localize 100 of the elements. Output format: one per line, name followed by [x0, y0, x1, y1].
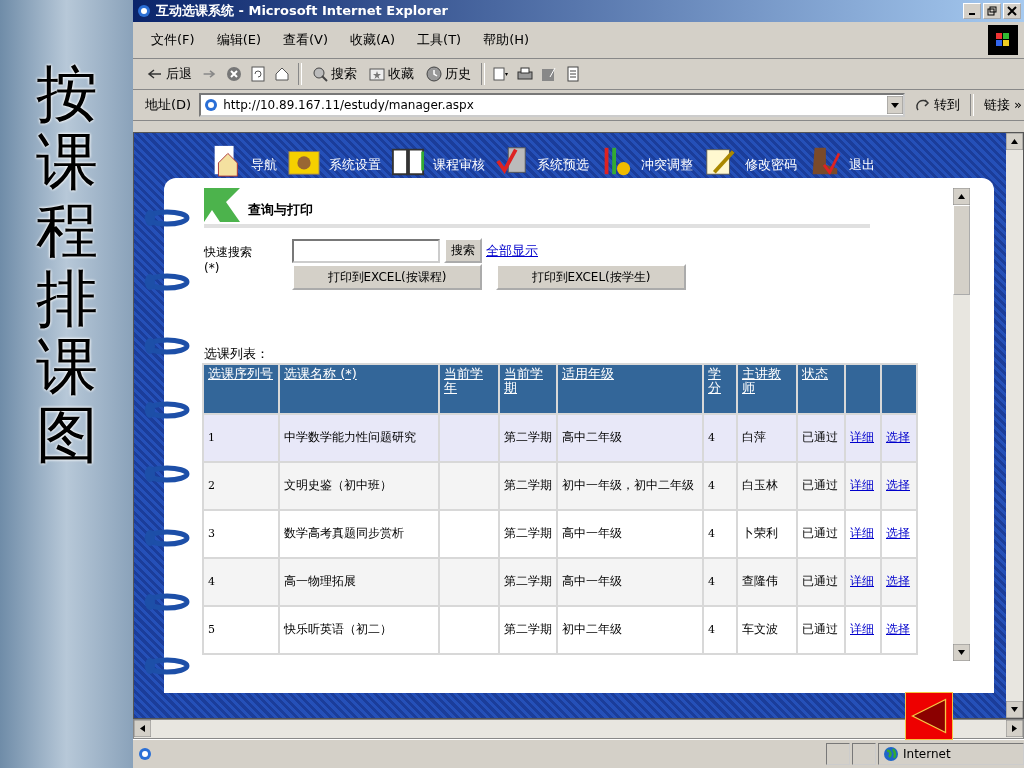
table-cell: 查隆伟 [738, 559, 796, 605]
detail-link[interactable]: 详细 [846, 463, 880, 509]
menu-item[interactable]: 编辑(E) [216, 31, 261, 49]
column-header[interactable]: 当前学年 [440, 365, 498, 413]
column-header[interactable]: 状态 [798, 365, 844, 413]
refresh-icon[interactable] [250, 66, 266, 82]
document-icon[interactable] [565, 66, 581, 82]
detail-link[interactable]: 详细 [846, 511, 880, 557]
go-arrow-icon [914, 97, 931, 113]
detail-link[interactable]: 详细 [846, 559, 880, 605]
table-row[interactable]: 3 数学高考真题同步赏析 第二学期 高中一年级 4 卜荣利 已通过 详细 选择 [204, 511, 916, 557]
table-cell: 高一物理拓展 [280, 559, 438, 605]
globe-icon [883, 746, 899, 762]
nav-link[interactable]: 课程审核 [433, 156, 485, 178]
print-button[interactable]: 打印到EXCEL(按学生) [496, 264, 686, 290]
table-cell: 已通过 [798, 463, 844, 509]
scrollbar[interactable] [1006, 133, 1023, 718]
detail-link[interactable]: 详细 [846, 415, 880, 461]
back-arrow-icon [147, 66, 163, 82]
table-cell: 高中一年级 [558, 559, 702, 605]
stop-icon[interactable] [226, 66, 242, 82]
search-label: 快速搜索 [204, 244, 253, 261]
choose-link[interactable]: 选择 [882, 607, 916, 653]
history-button[interactable]: 历史 [424, 65, 473, 83]
scroll-down-icon[interactable] [1006, 701, 1023, 718]
column-header[interactable]: 主讲教师 [738, 365, 796, 413]
table-cell: 第二学期 [500, 607, 556, 653]
section-title: 查询与打印 [248, 201, 313, 219]
table-row[interactable]: 5 快乐听英语（初二） 第二学期 初中二年级 4 车文波 已通过 详细 选择 [204, 607, 916, 653]
choose-link[interactable]: 选择 [882, 463, 916, 509]
table-cell: 4 [704, 559, 736, 605]
menu-item[interactable]: 工具(T) [417, 31, 462, 49]
menu-item[interactable]: 文件(F) [151, 31, 195, 49]
slide-title: 按课程排课图 [35, 60, 98, 473]
address-field[interactable]: http://10.89.167.11/estudy/manager.aspx [199, 93, 905, 117]
menu-item[interactable]: 收藏(A) [350, 31, 396, 49]
close-button[interactable] [1003, 3, 1021, 19]
browser-icon [136, 3, 152, 19]
print-icon[interactable] [517, 66, 533, 82]
table-cell: 车文波 [738, 607, 796, 653]
scroll-up-icon[interactable] [1006, 133, 1023, 150]
search-button[interactable]: 搜索 [444, 238, 482, 263]
table-cell: 2 [204, 463, 278, 509]
go-button[interactable]: 转到 [912, 96, 962, 114]
list-label: 选课列表： [204, 345, 270, 363]
table-cell: 高中二年级 [558, 415, 702, 461]
column-header[interactable]: 适用年级 [558, 365, 702, 413]
table-cell [440, 511, 498, 557]
show-all-link[interactable]: 全部显示 [486, 241, 538, 260]
back-button[interactable]: 后退 [145, 65, 194, 83]
dropdown-icon[interactable] [886, 96, 903, 114]
print-button[interactable]: 打印到EXCEL(按课程) [292, 264, 482, 290]
column-header[interactable]: 选课序列号 [204, 365, 278, 413]
table-row[interactable]: 2 文明史鉴（初中班） 第二学期 初中一年级，初中二年级 4 白玉林 已通过 详细 选择 [204, 463, 916, 509]
table-cell [440, 415, 498, 461]
links-label[interactable]: 链接 » [981, 96, 1024, 114]
restore-icon [987, 6, 997, 16]
table-cell: 已通过 [798, 415, 844, 461]
minimize-icon [969, 13, 975, 15]
menu-item[interactable]: 帮助(H) [483, 31, 530, 49]
restore-button[interactable] [983, 3, 1001, 19]
nav-link[interactable]: 修改密码 [745, 156, 797, 178]
search-note: (*) [204, 261, 221, 275]
scroll-right-icon[interactable] [1006, 720, 1023, 737]
detail-link[interactable]: 详细 [846, 607, 880, 653]
nav-link[interactable]: 系统设置 [329, 156, 381, 178]
scroll-left-icon[interactable] [134, 720, 151, 737]
choose-link[interactable]: 选择 [882, 511, 916, 557]
minimize-button[interactable] [963, 3, 981, 19]
nav-link[interactable]: 冲突调整 [641, 156, 693, 178]
nav-link[interactable]: 系统预选 [537, 156, 589, 178]
table-cell: 已通过 [798, 511, 844, 557]
nav-link[interactable]: 导航 [251, 156, 277, 178]
scroll-up-icon[interactable] [953, 188, 970, 205]
column-header[interactable]: 选课名称 (*) [280, 365, 438, 413]
choose-link[interactable]: 选择 [882, 415, 916, 461]
column-header[interactable]: 学分 [704, 365, 736, 413]
column-header[interactable]: 当前学期 [500, 365, 556, 413]
scroll-down-icon[interactable] [953, 644, 970, 661]
page-icon [137, 746, 153, 762]
table-cell: 4 [704, 511, 736, 557]
favorites-button[interactable]: 收藏 [367, 65, 416, 83]
scrollbar[interactable] [133, 719, 1024, 739]
home-icon[interactable] [274, 66, 290, 82]
choose-link[interactable]: 选择 [882, 559, 916, 605]
edit-icon[interactable] [541, 66, 557, 82]
search-icon [312, 66, 328, 82]
search-field[interactable] [292, 238, 440, 263]
table-cell: 第二学期 [500, 415, 556, 461]
column-header [882, 365, 916, 413]
nav-link[interactable]: 退出 [849, 156, 875, 178]
search-button[interactable]: 搜索 [310, 65, 359, 83]
menu-item[interactable]: 查看(V) [283, 31, 329, 49]
table-cell [440, 463, 498, 509]
table-cell: 1 [204, 415, 278, 461]
clock-icon [426, 66, 442, 82]
back-button[interactable] [905, 692, 953, 740]
table-row[interactable]: 4 高一物理拓展 第二学期 高中一年级 4 查隆伟 已通过 详细 选择 [204, 559, 916, 605]
table-row[interactable]: 1 中学数学能力性问题研究 第二学期 高中二年级 4 白萍 已通过 详细 选择 [204, 415, 916, 461]
scrollbar[interactable] [953, 188, 970, 661]
